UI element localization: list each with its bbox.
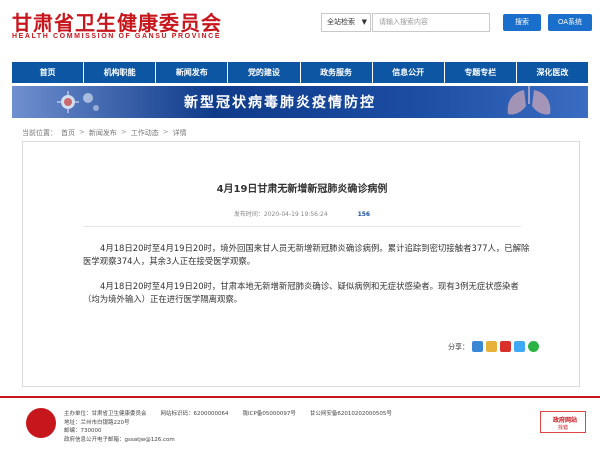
gov-site-badge[interactable]: 政府网站 找错	[540, 411, 586, 433]
nav-item-services[interactable]: 政务服务	[301, 62, 373, 83]
article-title: 4月19日甘肃无新增新冠肺炎确诊病例	[216, 184, 388, 195]
nav-item-topics[interactable]: 专题专栏	[445, 62, 517, 83]
site-logo-cn[interactable]: 甘肃省卫生健康委员会	[12, 7, 222, 36]
nav-item-home[interactable]: 首页	[12, 62, 85, 83]
email-label: 政府信息公开电子邮箱：	[64, 436, 125, 443]
breadcrumb-home[interactable]: 首页	[61, 128, 75, 138]
site-logo-en: HEALTH COMMISSION OF GANSU PROVINCE	[12, 33, 222, 40]
published-time: 2020-04-19 19:56:24	[263, 211, 328, 218]
breadcrumb: 当前位置： 首页 > 新闻发布 > 工作动态 > 详情	[22, 128, 187, 138]
gov-badge-sub: 找错	[558, 425, 569, 431]
site-header: 甘肃省卫生健康委员会 HEALTH COMMISSION OF GANSU PR…	[0, 0, 600, 58]
share-wechat-icon[interactable]	[528, 341, 539, 352]
police-label: 甘公网安备	[309, 411, 338, 417]
breadcrumb-separator: >	[120, 128, 127, 136]
breadcrumb-news[interactable]: 新闻发布	[89, 128, 117, 138]
nav-item-news[interactable]: 新闻发布	[156, 62, 229, 83]
breadcrumb-work-news[interactable]: 工作动态	[131, 128, 159, 138]
share-tencent-icon[interactable]	[514, 341, 525, 352]
site-code: 6200000064	[193, 411, 229, 417]
share-qzone-icon[interactable]	[486, 341, 497, 352]
share-more-icon[interactable]	[472, 341, 483, 352]
breadcrumb-separator: >	[162, 128, 169, 136]
chevron-down-icon: ▼	[361, 18, 367, 26]
email[interactable]: gssatjw@126.com	[125, 437, 175, 443]
view-count: 156	[357, 211, 371, 218]
address: 兰州市白银路220号	[80, 419, 130, 426]
search-button[interactable]: 搜索	[503, 14, 541, 31]
party-emblem-icon	[26, 408, 56, 438]
title-divider	[83, 226, 521, 227]
footer-info: 主办单位：甘肃省卫生健康委员会 网站标识码：6200000064 陇ICP备05…	[64, 410, 392, 444]
article-panel: 4月19日甘肃无新增新冠肺炎确诊病例 发布时间：2020-04-19 19:56…	[22, 141, 580, 387]
search-input[interactable]: 请输入搜索内容	[372, 13, 490, 32]
postcode-label: 邮编：	[64, 428, 81, 434]
share-bar: 分享：	[448, 341, 539, 352]
site-code-label: 网站标识码：	[160, 411, 194, 417]
search-scope-label: 全站检索	[327, 18, 355, 26]
site-footer: 主办单位：甘肃省卫生健康委员会 网站标识码：6200000064 陇ICP备05…	[0, 396, 600, 463]
published-label: 发布时间：	[233, 211, 264, 218]
main-nav: 首页 机构职能 新闻发布 党的建设 政务服务 信息公开 专题专栏 深化医改	[12, 62, 588, 83]
postcode: 730000	[80, 428, 102, 434]
breadcrumb-detail: 详情	[172, 129, 187, 137]
breadcrumb-separator: >	[79, 128, 85, 136]
article-paragraph: 4月18日20时至4月19日20时，境外回国来甘人员无新增新冠肺炎确诊病例。累计…	[83, 243, 530, 266]
lungs-icon	[507, 86, 551, 115]
address-label: 地址：	[64, 419, 81, 426]
search-scope-select[interactable]: 全站检索 ▼	[321, 13, 371, 32]
nav-item-functions[interactable]: 机构职能	[84, 62, 157, 83]
virus-icon	[57, 91, 99, 113]
article-paragraph: 4月18日20时至4月19日20时，甘肃本地无新增新冠肺炎确诊、疑似病例和无症状…	[83, 281, 519, 304]
article-meta: 发布时间：2020-04-19 19:56:24 156	[23, 209, 581, 218]
share-weibo-icon[interactable]	[500, 341, 511, 352]
nav-item-disclosure[interactable]: 信息公开	[373, 62, 445, 83]
breadcrumb-label: 当前位置：	[22, 129, 57, 137]
gov-badge-title: 政府网站	[553, 417, 578, 424]
icp-number[interactable]: 05000097号	[262, 411, 296, 417]
share-label: 分享：	[448, 342, 469, 351]
banner-title: 新型冠状病毒肺炎疫情防控	[184, 95, 376, 111]
epidemic-banner[interactable]: 新型冠状病毒肺炎疫情防控	[12, 86, 588, 118]
nav-item-party[interactable]: 党的建设	[228, 62, 301, 83]
nav-item-reform[interactable]: 深化医改	[517, 62, 588, 83]
icp-label: 陇ICP备	[242, 411, 263, 417]
oa-system-button[interactable]: OA系统	[548, 14, 592, 31]
police-number[interactable]: 62010202000505号	[337, 411, 392, 417]
sponsor: 甘肃省卫生健康委员会	[91, 411, 147, 417]
sponsor-label: 主办单位：	[64, 411, 92, 417]
